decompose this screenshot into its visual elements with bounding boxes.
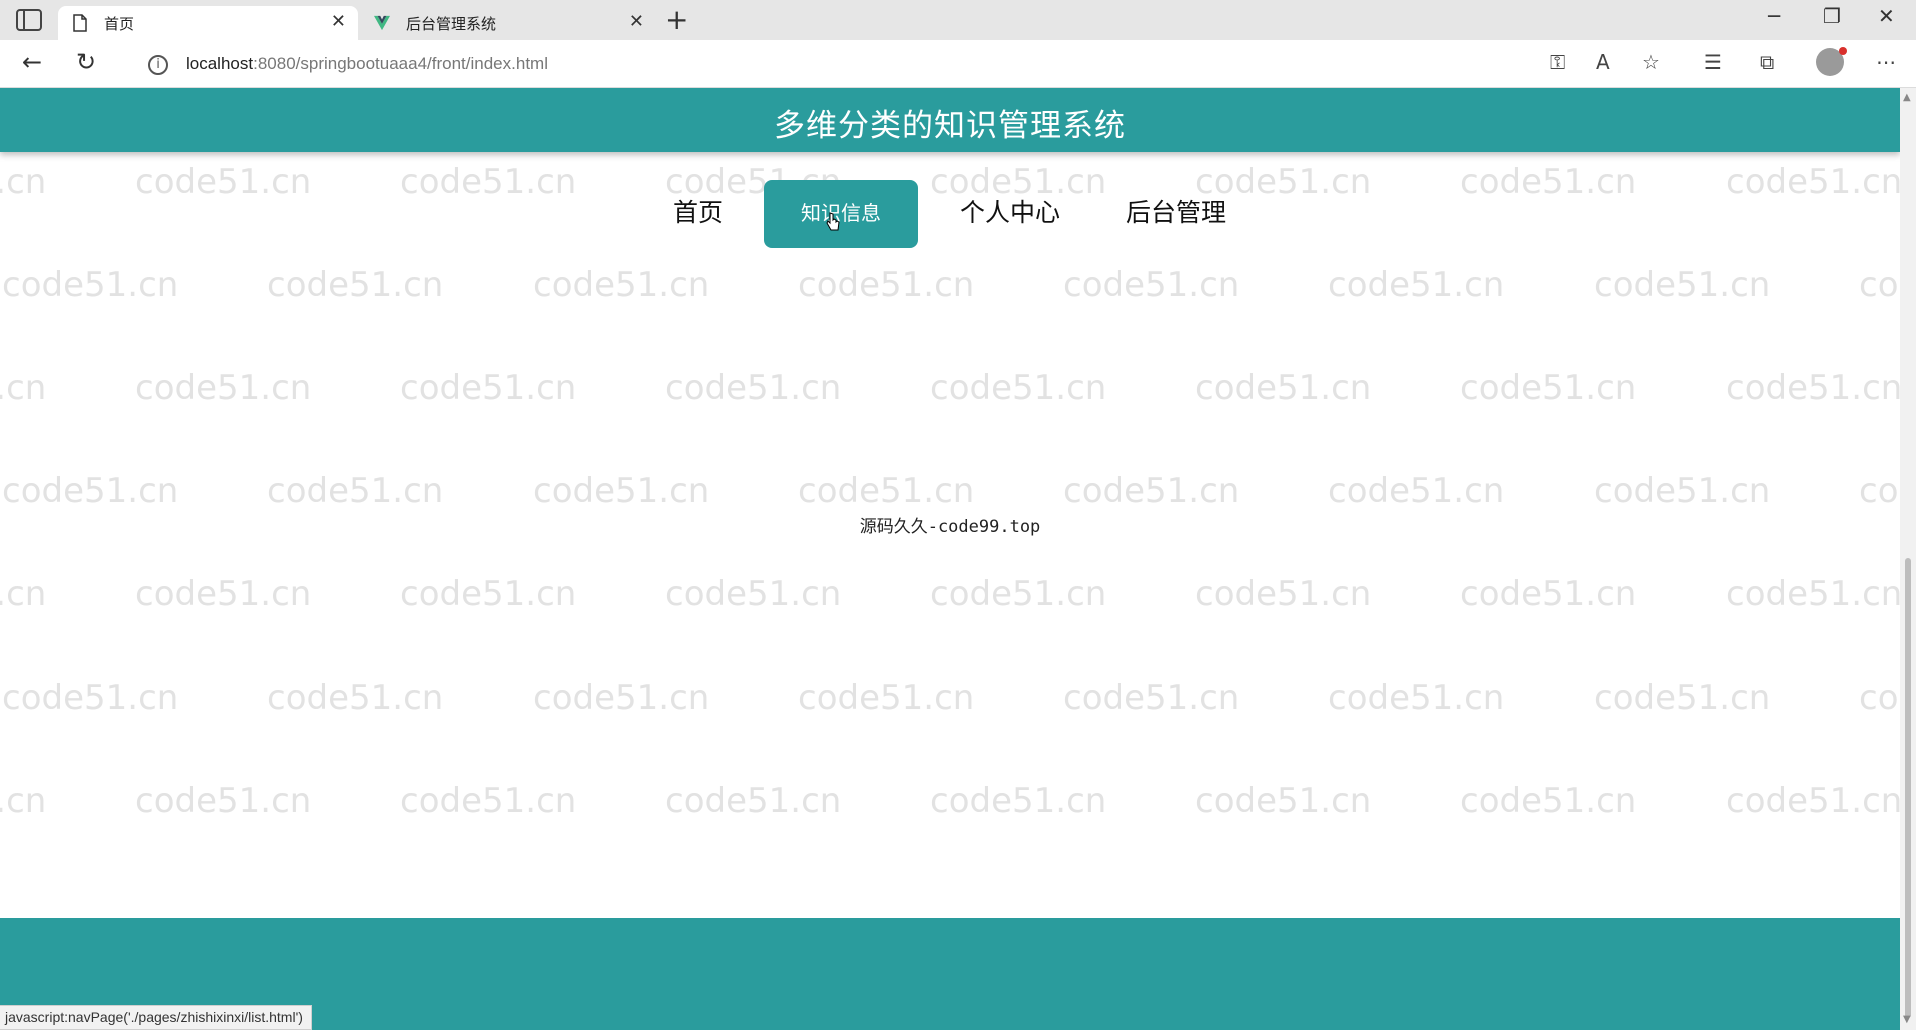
plus-icon[interactable]: + bbox=[665, 3, 688, 36]
vue-logo-icon bbox=[374, 15, 390, 31]
watermark-text: code51.cn bbox=[0, 574, 47, 614]
watermark-text: code51.cn bbox=[267, 678, 444, 718]
watermark-text: code51.cn bbox=[1726, 368, 1900, 408]
tab-title: 首页 bbox=[104, 15, 135, 33]
collections-icon[interactable]: ⧉ bbox=[1760, 50, 1774, 74]
watermark-text: code51.cn bbox=[798, 678, 975, 718]
watermark-text: code51.cn bbox=[267, 265, 444, 305]
watermark-text: code51.cn bbox=[1063, 471, 1240, 511]
watermark-text: code51.cn bbox=[1859, 265, 1900, 305]
close-icon[interactable]: ✕ bbox=[629, 11, 644, 32]
watermark-text: code51.cn bbox=[1328, 471, 1505, 511]
watermark-text: code51.cn bbox=[930, 781, 1107, 821]
nav-item-knowledge[interactable]: 知识信息 bbox=[764, 180, 918, 248]
watermark-text: code51.cn bbox=[2, 471, 179, 511]
watermark-text: code51.cn bbox=[1063, 265, 1240, 305]
scroll-up-icon[interactable]: ▲ bbox=[1903, 92, 1911, 103]
browser-tab-bar: 首页 ✕ 后台管理系统 ✕ + ─ ❐ ✕ bbox=[0, 0, 1916, 40]
watermark-text: code51.cn bbox=[1594, 471, 1771, 511]
watermark-text: code51.cn bbox=[1726, 781, 1900, 821]
watermark-text: code51.cn bbox=[1726, 574, 1900, 614]
url-text[interactable]: localhost:8080/springbootuaaa4/front/ind… bbox=[186, 54, 548, 74]
watermark-text: code51.cn bbox=[1594, 678, 1771, 718]
watermark-text: code51.cn bbox=[400, 574, 577, 614]
key-icon[interactable]: ⚿ bbox=[1550, 50, 1565, 74]
scroll-down-icon[interactable]: ▼ bbox=[1903, 1014, 1911, 1025]
tab-title: 后台管理系统 bbox=[406, 15, 497, 33]
watermark-text: code51.cn bbox=[135, 368, 312, 408]
watermark-text: code51.cn bbox=[533, 678, 710, 718]
watermark-text: code51.cn bbox=[1063, 678, 1240, 718]
copyright-text: 源码久久-code99.top bbox=[859, 517, 1041, 537]
watermark-text: code51.cn bbox=[798, 265, 975, 305]
watermark-text: code51.cn bbox=[1328, 678, 1505, 718]
watermark-text: code51.cn bbox=[400, 368, 577, 408]
site-header: 多维分类的知识管理系统 bbox=[0, 88, 1900, 152]
watermark-text: code51.cn bbox=[1195, 781, 1372, 821]
watermark-text: code51.cn bbox=[1859, 678, 1900, 718]
watermark-text: code51.cn bbox=[665, 574, 842, 614]
back-arrow-icon[interactable]: ← bbox=[22, 48, 42, 76]
close-icon[interactable]: ✕ bbox=[331, 11, 346, 32]
favorites-icon[interactable]: ☰ bbox=[1704, 50, 1722, 74]
page-scrollbar[interactable]: ▲ ▼ bbox=[1900, 88, 1916, 1030]
watermark-text: code51.cn bbox=[0, 781, 47, 821]
watermark-text: code51.cn bbox=[798, 471, 975, 511]
page-icon bbox=[73, 14, 87, 32]
watermark-text: code51.cn bbox=[0, 368, 47, 408]
watermark-text: code51.cn bbox=[1460, 574, 1637, 614]
hand-cursor-icon bbox=[826, 212, 840, 231]
tab-home[interactable]: 首页 ✕ bbox=[58, 6, 358, 40]
watermark-text: code51.cn bbox=[2, 265, 179, 305]
site-title: 多维分类的知识管理系统 bbox=[774, 108, 1126, 144]
nav-item-personal-center[interactable]: 个人中心 bbox=[952, 180, 1068, 248]
watermark-text: code51.cn bbox=[533, 471, 710, 511]
watermark-text: code51.cn bbox=[533, 265, 710, 305]
star-add-icon[interactable]: ☆ bbox=[1642, 50, 1660, 74]
info-icon[interactable]: i bbox=[148, 55, 168, 75]
refresh-icon[interactable]: ↻ bbox=[76, 48, 96, 76]
read-aloud-icon[interactable]: A bbox=[1596, 50, 1610, 74]
watermark-text: code51.cn bbox=[930, 368, 1107, 408]
watermark-text: code51.cn bbox=[930, 574, 1107, 614]
url-field[interactable]: i localhost:8080/springbootuaaa4/front/i… bbox=[130, 46, 1670, 82]
main-nav: 首页 知识信息 个人中心 后台管理 bbox=[0, 180, 1900, 250]
status-bar: javascript:navPage('./pages/zhishixinxi/… bbox=[0, 1005, 312, 1030]
watermark-text: code51.cn bbox=[267, 471, 444, 511]
nav-item-admin[interactable]: 后台管理 bbox=[1118, 180, 1234, 248]
watermark-text: code51.cn bbox=[1195, 368, 1372, 408]
nav-item-home[interactable]: 首页 bbox=[664, 180, 732, 248]
window-close-icon[interactable]: ✕ bbox=[1878, 4, 1895, 28]
watermark-text: code51.cn bbox=[1328, 265, 1505, 305]
tab-actions-icon[interactable] bbox=[16, 9, 42, 31]
watermark-text: code51.cn bbox=[135, 781, 312, 821]
watermark-text: code51.cn bbox=[1195, 574, 1372, 614]
address-bar: ← ↻ i localhost:8080/springbootuaaa4/fro… bbox=[0, 40, 1916, 88]
scroll-thumb[interactable] bbox=[1905, 558, 1911, 1018]
minimize-icon[interactable]: ─ bbox=[1768, 4, 1780, 28]
tab-admin[interactable]: 后台管理系统 ✕ bbox=[360, 6, 656, 40]
watermark-text: code51.cn bbox=[135, 574, 312, 614]
watermark-text: code51.cn bbox=[1859, 471, 1900, 511]
watermark-text: code51.cn bbox=[1460, 368, 1637, 408]
page-viewport: code51.cn code51.cn code51.cn code51.cn code… bbox=[0, 88, 1900, 1030]
watermark-text: code51.cn bbox=[400, 781, 577, 821]
restore-icon[interactable]: ❐ bbox=[1823, 4, 1841, 28]
watermark-text: code51.cn bbox=[665, 781, 842, 821]
profile-icon[interactable] bbox=[1816, 47, 1847, 76]
watermark-text: code51.cn bbox=[1594, 265, 1771, 305]
watermark-text: code51.cn bbox=[665, 368, 842, 408]
more-icon[interactable]: ⋯ bbox=[1876, 50, 1896, 74]
watermark-text: code51.cn bbox=[2, 678, 179, 718]
watermark-text: code51.cn bbox=[1460, 781, 1637, 821]
